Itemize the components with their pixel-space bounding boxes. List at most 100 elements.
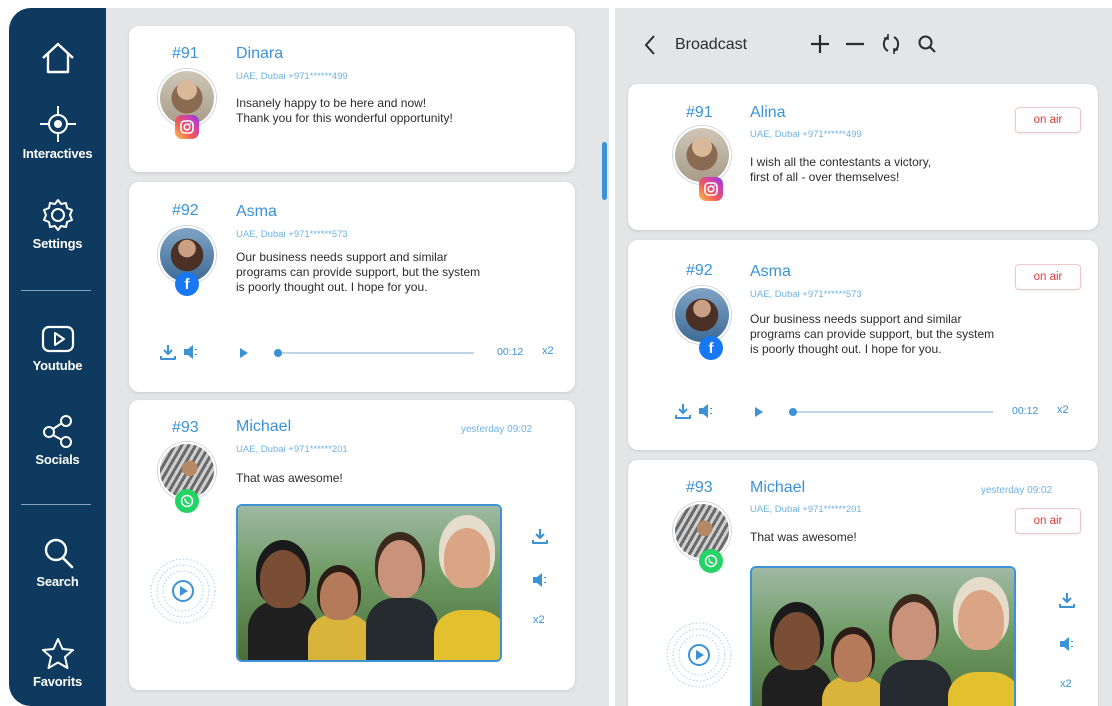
audio-progress-knob[interactable] [274,349,282,357]
audio-progress-track[interactable] [789,411,993,413]
volume-icon[interactable] [182,344,202,360]
back-icon[interactable] [643,34,657,56]
message-timestamp: yesterday 09:02 [981,485,1053,496]
audio-progress-track[interactable] [274,352,474,354]
sidebar-divider [21,290,91,291]
message-line: That was awesome! [236,471,343,485]
app-frame: Interactives Settings Youtube Socials Se… [0,0,1112,706]
message-line: Our business needs support and similar [750,312,962,326]
message-line: Thank you for this wonderful opportunity… [236,111,453,125]
sender-name: Michael [236,418,292,435]
share-icon [42,415,72,448]
instagram-icon [699,177,723,201]
facebook-icon: f [699,336,723,360]
home-icon [41,42,74,74]
message-line: is poorly thought out. I hope for you. [750,342,942,356]
facebook-icon: f [175,272,199,296]
sidebar-label-interactives: Interactives [22,146,93,161]
instagram-icon [175,115,199,139]
whatsapp-icon [175,489,199,513]
sidebar-label-settings: Settings [32,236,83,251]
message-card[interactable]: #91 Dinara UAE, Dubai +971******499 Insa… [129,26,575,172]
avatar [673,286,731,344]
sender-name: Dinara [236,45,284,62]
play-circle-icon[interactable] [664,620,734,690]
on-air-badge[interactable]: on air [1015,107,1081,133]
broadcast-toolbar: Broadcast [615,8,1112,80]
search-icon [44,538,73,569]
playback-speed-button[interactable]: x2 [1057,404,1069,416]
message-line: is poorly thought out. I hope for you. [236,280,428,294]
message-card[interactable]: #92 f Asma UAE, Dubai +971******573 Our … [129,182,575,392]
interactives-icon [39,106,76,142]
volume-icon[interactable] [1058,636,1078,652]
sidebar-item-settings[interactable]: Settings [9,196,106,251]
sidebar-label-favorits: Favorits [33,674,82,689]
sidebar-label-socials: Socials [35,452,80,467]
sender-name: Alina [750,104,786,121]
sender-meta: UAE, Dubai +971******201 [236,444,348,455]
sender-meta: UAE, Dubai +971******573 [236,229,348,240]
download-icon[interactable] [531,527,549,545]
attached-photo[interactable] [236,504,502,662]
on-air-badge[interactable]: on air [1015,264,1081,290]
message-number: #92 [172,202,199,219]
message-line: I wish all the contestants a victory, [750,155,932,169]
message-timestamp: yesterday 09:02 [461,424,533,435]
sidebar-item-youtube[interactable]: Youtube [9,322,106,373]
sidebar-item-search[interactable]: Search [9,534,106,589]
audio-progress-knob[interactable] [789,408,797,416]
download-icon[interactable] [674,402,692,420]
message-line: programs can provide support, but the sy… [750,327,995,341]
sidebar-item-home[interactable] [9,40,106,76]
audio-duration: 00:12 [497,346,524,358]
message-card[interactable]: #93 Michael yesterday 09:02 UAE, Dubai +… [129,400,575,690]
play-icon[interactable] [239,347,249,359]
audio-duration: 00:12 [1012,405,1039,417]
avatar [673,126,731,184]
message-number: #92 [686,262,713,279]
broadcast-title: Broadcast [675,36,748,53]
playback-speed-button[interactable]: x2 [533,614,545,626]
message-line: Our business needs support and similar [236,250,448,264]
whatsapp-icon [699,549,723,573]
sender-meta: UAE, Dubai +971******499 [236,71,348,82]
message-line: That was awesome! [750,530,857,544]
sidebar-divider [21,504,91,505]
message-line: Insanely happy to be here and now! [236,96,427,110]
sidebar-label-youtube: Youtube [32,358,83,373]
download-icon[interactable] [1058,591,1076,609]
volume-icon[interactable] [531,572,551,588]
attached-photo[interactable] [750,566,1016,706]
star-icon [41,638,74,669]
sidebar-item-interactives[interactable]: Interactives [9,104,106,161]
broadcast-card[interactable]: #92 f Asma UAE, Dubai +971******573 Our … [628,240,1098,450]
messages-feed: #91 Dinara UAE, Dubai +971******499 Insa… [106,8,599,706]
broadcast-card[interactable]: #91 Alina UAE, Dubai +971******499 I wis… [628,84,1098,230]
sidebar-item-socials[interactable]: Socials [9,412,106,467]
sidebar-item-favorits[interactable]: Favorits [9,636,106,689]
youtube-icon [41,325,74,353]
message-number: #91 [172,45,199,62]
volume-icon[interactable] [697,403,717,419]
sender-name: Michael [750,479,806,496]
message-number: #93 [686,479,713,496]
tablet-screen: Interactives Settings Youtube Socials Se… [9,8,1112,706]
sender-meta: UAE, Dubai +971******499 [750,129,862,140]
playback-speed-button[interactable]: x2 [1060,678,1072,690]
refresh-icon[interactable] [880,33,902,55]
search-icon[interactable] [917,34,937,54]
broadcast-card[interactable]: #93 Michael yesterday 09:02 UAE, Dubai +… [628,460,1098,706]
plus-icon[interactable] [809,33,831,55]
play-icon[interactable] [754,406,764,418]
message-line: first of all - over themselves! [750,170,900,184]
sidebar-label-search: Search [36,574,79,589]
sidebar: Interactives Settings Youtube Socials Se… [9,8,106,706]
download-icon[interactable] [159,343,177,361]
minus-icon[interactable] [844,33,866,55]
sender-name: Asma [236,203,277,220]
playback-speed-button[interactable]: x2 [542,345,554,357]
play-circle-icon[interactable] [148,556,218,626]
on-air-badge[interactable]: on air [1015,508,1081,534]
scrollbar-thumb[interactable] [602,142,607,200]
